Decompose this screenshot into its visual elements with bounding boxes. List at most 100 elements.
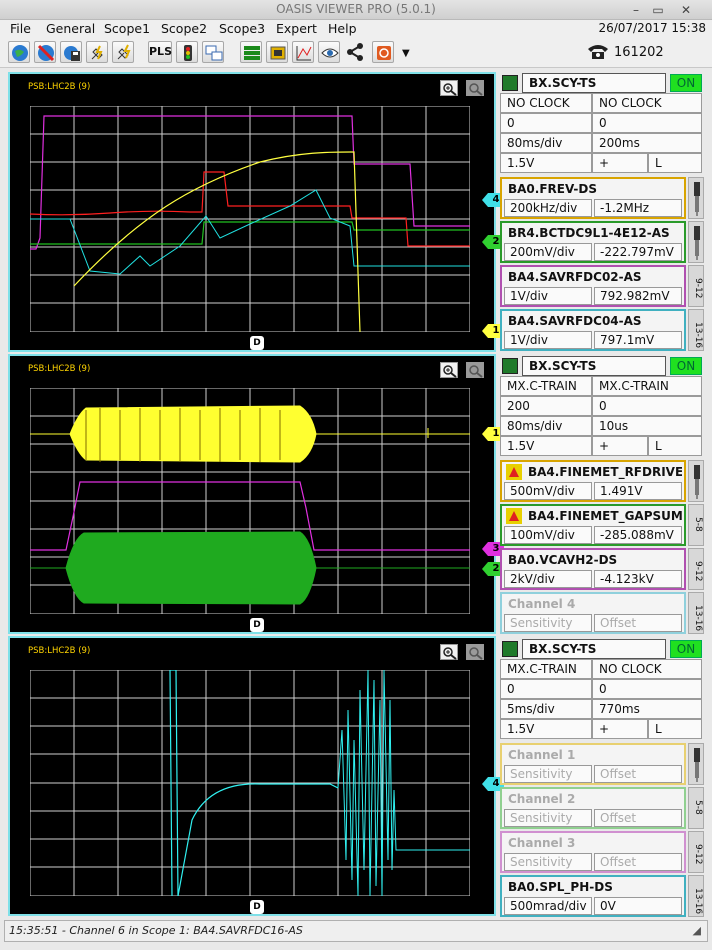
maximize-icon[interactable]: ▭ [650,2,666,18]
channel-offset[interactable]: -285.088mV [594,526,682,544]
channel-name[interactable]: BA4.SAVRFDC02-AS [506,268,682,286]
trigger-coupling-field[interactable]: L [648,436,702,456]
delay-field-2[interactable]: 0 [592,396,702,416]
share-icon[interactable] [344,41,366,63]
channel-sensitivity[interactable]: 1V/div [504,331,592,349]
pls-button[interactable]: PLS [148,41,172,63]
channel-3-box[interactable]: Channel 3 Sensitivity Offset [500,831,686,873]
clock-field-2[interactable]: NO CLOCK [592,93,702,113]
on-toggle[interactable]: ON [670,640,702,658]
memory-button[interactable] [266,41,288,63]
menu-general[interactable]: General [46,21,95,36]
channel-sensitivity[interactable]: 500mrad/div [504,897,592,915]
channel-sensitivity[interactable]: 200mV/div [504,243,592,261]
traffic-light-button[interactable] [176,41,198,63]
menu-help[interactable]: Help [328,21,357,36]
position-field[interactable]: 200ms [592,133,702,153]
channel-group-tab[interactable]: 13-16 [688,309,704,351]
timing-source[interactable]: BX.SCY-TS [522,73,666,93]
timing-color-swatch[interactable] [502,358,518,374]
unplug-button[interactable] [112,41,134,63]
channel-name[interactable]: Channel 1 [506,746,682,764]
clock-field[interactable]: NO CLOCK [500,93,592,113]
channel-1-box[interactable]: BA4.FINEMET_RFDRIVE... 500mV/div 1.491V [500,460,686,502]
probe-icon[interactable] [688,177,704,219]
channel-sensitivity[interactable]: Sensitivity [504,809,592,827]
globe-button[interactable] [8,41,30,63]
zoom-out-icon[interactable] [466,80,484,96]
clock-field-2[interactable]: MX.C-TRAIN [592,376,702,396]
channel-group-tab[interactable]: 5-8 [688,787,704,829]
probe-icon[interactable] [688,743,704,785]
trigger-coupling-field[interactable]: L [648,153,702,173]
menu-expert[interactable]: Expert [276,21,317,36]
timing-color-swatch[interactable] [502,75,518,91]
channel-name[interactable]: Channel 4 [506,595,682,613]
channel-2-box[interactable]: BA4.FINEMET_GAPSUM... 100mV/div -285.088… [500,504,686,546]
channel-sensitivity[interactable]: 2kV/div [504,570,592,588]
zoom-in-icon[interactable] [440,644,458,660]
delay-field-2[interactable]: 0 [592,113,702,133]
trigger-coupling-field[interactable]: L [648,719,702,739]
channel-group-tab[interactable]: 13-16 [688,592,704,634]
channel-offset[interactable]: 792.982mV [594,287,682,305]
timing-source[interactable]: BX.SCY-TS [522,356,666,376]
channel-sensitivity[interactable]: 1V/div [504,287,592,305]
position-field[interactable]: 10us [592,416,702,436]
channel-sensitivity[interactable]: 200kHz/div [504,199,592,217]
channel-offset[interactable]: 0V [594,897,682,915]
save-button[interactable] [60,41,82,63]
channel-name[interactable]: BA4.FINEMET_GAPSUM... [506,507,682,525]
channel-name[interactable]: BA0.VCAVH2-DS [506,551,682,569]
channel-name[interactable]: BA0.SPL_PH-DS [506,878,682,896]
channel-sensitivity[interactable]: Sensitivity [504,614,592,632]
timebase-field[interactable]: 5ms/div [500,699,592,719]
layout-button[interactable] [240,41,262,63]
channel-group-tab[interactable]: 5-8 [688,504,704,546]
channel-offset[interactable]: Offset [594,853,682,871]
channel-offset[interactable]: -4.123kV [594,570,682,588]
chart-button[interactable] [292,41,314,63]
channel-name[interactable]: BA4.SAVRFDC04-AS [506,312,682,330]
minimize-icon[interactable]: – [628,2,644,18]
channel-4-box[interactable]: BA0.SPL_PH-DS 500mrad/div 0V [500,875,686,917]
trigger-level-field[interactable]: 1.5V [500,153,592,173]
channel-1-box[interactable]: Channel 1 Sensitivity Offset [500,743,686,785]
trigger-slope-field[interactable]: + [592,719,648,739]
close-icon[interactable]: ✕ [678,2,694,18]
delay-marker[interactable]: D [250,900,264,914]
channel-sensitivity[interactable]: Sensitivity [504,765,592,783]
scope-3-display[interactable]: PSB:LHC2B (9) 4 D [8,636,504,916]
clock-field[interactable]: MX.C-TRAIN [500,659,592,679]
channel-offset[interactable]: 797.1mV [594,331,682,349]
windows-button[interactable] [202,41,224,63]
menu-scope1[interactable]: Scope1 [104,21,150,36]
channel-4-box[interactable]: Channel 4 Sensitivity Offset [500,592,686,634]
channel-name[interactable]: BR4.BCTDC9L1-4E12-AS [506,224,682,242]
scope-2-display[interactable]: PSB:LHC2B (9) 1 3 2 D [8,354,504,634]
channel-1-box[interactable]: BA0.FREV-DS 200kHz/div -1.2MHz [500,177,686,219]
channel-name[interactable]: Channel 2 [506,790,682,808]
delay-field[interactable]: 0 [500,679,592,699]
chevron-down-icon[interactable]: ▼ [402,48,410,59]
delay-field-2[interactable]: 0 [592,679,702,699]
channel-offset[interactable]: Offset [594,614,682,632]
channel-group-tab[interactable]: 9-12 [688,831,704,873]
disconnect-globe-button[interactable] [34,41,56,63]
channel-sensitivity[interactable]: Sensitivity [504,853,592,871]
on-toggle[interactable]: ON [670,74,702,92]
delay-field[interactable]: 0 [500,113,592,133]
channel-sensitivity[interactable]: 500mV/div [504,482,592,500]
trigger-level-field[interactable]: 1.5V [500,719,592,739]
channel-name[interactable]: Channel 3 [506,834,682,852]
clock-field[interactable]: MX.C-TRAIN [500,376,592,396]
channel-4-box[interactable]: BA4.SAVRFDC04-AS 1V/div 797.1mV [500,309,686,351]
channel-name[interactable]: BA4.FINEMET_RFDRIVE... [506,463,682,481]
probe-icon[interactable] [688,460,704,502]
channel-offset[interactable]: 1.491V [594,482,682,500]
channel-offset[interactable]: -1.2MHz [594,199,682,217]
menu-scope2[interactable]: Scope2 [161,21,207,36]
channel-2-box[interactable]: Channel 2 Sensitivity Offset [500,787,686,829]
eye-button[interactable] [318,41,340,63]
channel-3-box[interactable]: BA0.VCAVH2-DS 2kV/div -4.123kV [500,548,686,590]
